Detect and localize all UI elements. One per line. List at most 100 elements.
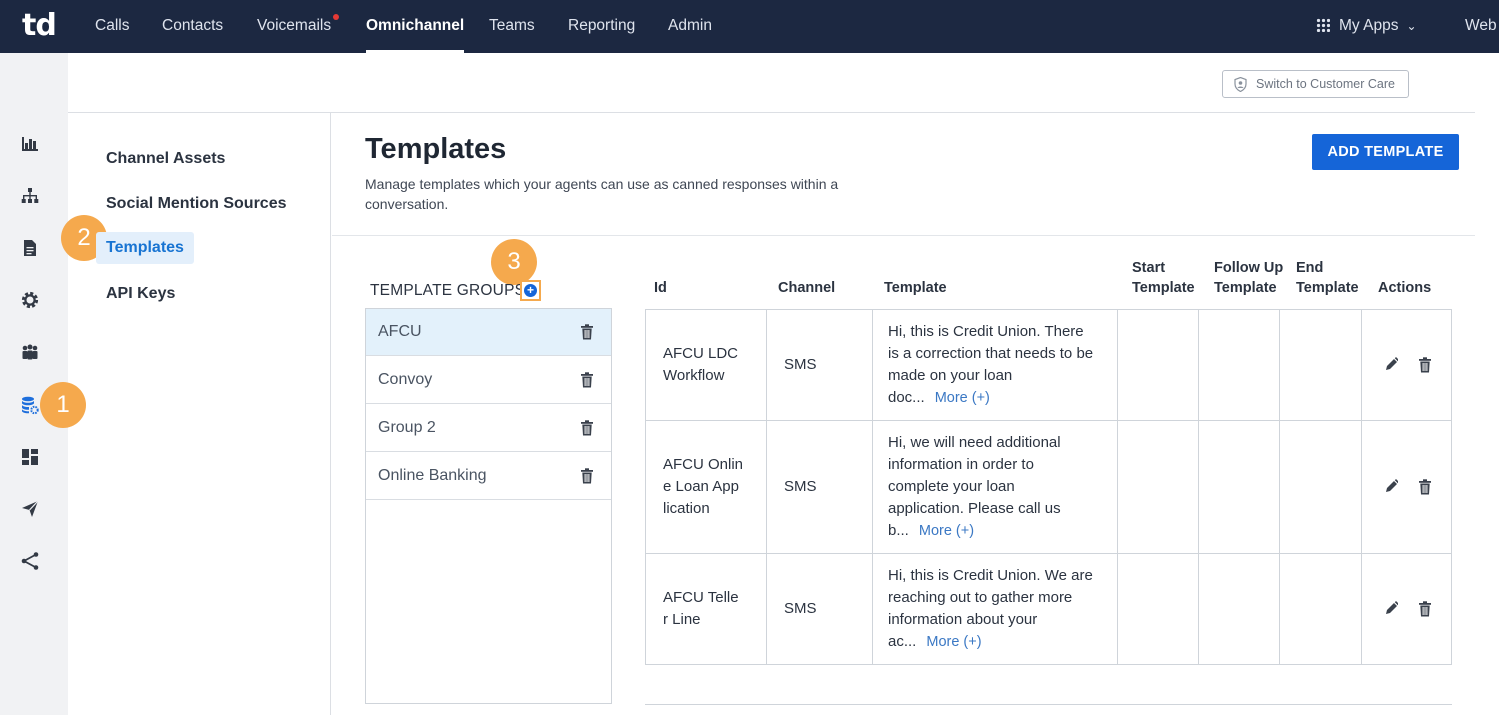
group-item-afcu[interactable]: AFCU — [366, 309, 611, 356]
row-1-channel: SMS — [784, 356, 817, 373]
add-template-button[interactable]: ADD TEMPLATE — [1312, 134, 1459, 170]
id-line: AFCU Telle — [663, 589, 739, 606]
add-group-button[interactable]: + — [520, 280, 541, 301]
template-line: information about your — [888, 611, 1038, 628]
group-name: Online Banking — [378, 467, 487, 484]
row-3-template: Hi, this is Credit Union. We are reachin… — [888, 565, 1093, 653]
col-divider — [1117, 310, 1118, 664]
col-divider — [1198, 310, 1199, 664]
switch-label: Switch to Customer Care — [1256, 77, 1395, 91]
more-link[interactable]: More (+) — [935, 390, 990, 406]
subnav-templates[interactable]: Templates — [96, 232, 194, 264]
page-description: Manage templates which your agents can u… — [365, 176, 839, 212]
id-line: AFCU Onlin — [663, 456, 744, 473]
group-item-group-2[interactable]: Group 2 — [366, 405, 611, 452]
template-line: is a correction that needs to be — [888, 345, 1094, 362]
plus-circle-icon: + — [524, 284, 537, 297]
group-name: AFCU — [378, 323, 422, 340]
table-footer-divider — [645, 704, 1452, 705]
col-template: Template — [884, 280, 947, 296]
template-line: doc... — [888, 389, 925, 406]
template-line: reaching out to gather more — [888, 589, 1073, 606]
col-start-line2: Template — [1132, 280, 1195, 296]
subnav-social-mention-sources[interactable]: Social Mention Sources — [106, 195, 286, 213]
more-link[interactable]: More (+) — [926, 634, 981, 650]
col-end-template: End Template — [1296, 258, 1359, 298]
nav-voicemails[interactable]: Voicemails — [257, 0, 340, 53]
subnav-api-keys[interactable]: API Keys — [106, 285, 175, 303]
template-groups-list: AFCU Convoy Group 2 Online Banking — [365, 308, 612, 704]
notification-dot — [333, 14, 340, 20]
logo[interactable]: td — [22, 9, 57, 43]
my-apps-menu[interactable]: My Apps ⌄ — [1316, 0, 1417, 53]
nav-calls[interactable]: Calls — [95, 0, 129, 53]
group-item-online-banking[interactable]: Online Banking — [366, 453, 611, 500]
trash-icon[interactable] — [1418, 357, 1432, 373]
nav-teams[interactable]: Teams — [489, 0, 535, 53]
template-line: Hi, we will need additional — [888, 434, 1061, 451]
people-icon[interactable] — [18, 340, 42, 364]
row-2-template: Hi, we will need additional information … — [888, 432, 1061, 542]
nav-web[interactable]: Web — [1465, 0, 1497, 53]
templates-table: AFCU LDC Workflow SMS Hi, this is Credit… — [645, 309, 1452, 665]
trash-icon[interactable] — [1418, 601, 1432, 617]
share-icon[interactable] — [18, 549, 42, 573]
row-1-id: AFCU LDC Workflow — [663, 343, 738, 387]
row-2-id: AFCU Onlin e Loan App lication — [663, 454, 743, 520]
id-line: AFCU LDC — [663, 345, 739, 362]
row-2-channel: SMS — [784, 478, 817, 495]
row-3-channel: SMS — [784, 600, 817, 617]
database-settings-icon[interactable] — [18, 393, 42, 417]
bar-chart-icon[interactable] — [18, 132, 42, 156]
top-nav: td Calls Contacts Voicemails Omnichannel… — [0, 0, 1499, 53]
nav-admin[interactable]: Admin — [668, 0, 712, 53]
dashboard-icon[interactable] — [18, 445, 42, 469]
send-icon[interactable] — [18, 497, 42, 521]
col-start-template: Start Template — [1132, 258, 1195, 298]
group-name: Group 2 — [378, 419, 436, 436]
content-divider — [332, 235, 1475, 236]
col-id: Id — [654, 280, 667, 296]
trash-icon[interactable] — [580, 420, 594, 436]
col-follow-up-template: Follow Up Template — [1214, 258, 1283, 298]
col-end-line2: Template — [1296, 280, 1359, 296]
switch-to-customer-care-button[interactable]: Switch to Customer Care — [1222, 70, 1409, 98]
shield-user-icon — [1234, 77, 1247, 92]
document-icon[interactable] — [18, 236, 42, 260]
col-divider — [766, 310, 767, 664]
row-1-template: Hi, this is Credit Union. There is a cor… — [888, 321, 1093, 409]
col-divider — [1361, 310, 1362, 664]
row-divider — [646, 553, 1451, 554]
template-line: made on your loan — [888, 367, 1013, 384]
edit-pencil-icon[interactable] — [1384, 600, 1398, 616]
page-title: Templates — [365, 133, 507, 165]
more-link[interactable]: More (+) — [919, 523, 974, 539]
trash-icon[interactable] — [580, 372, 594, 388]
nav-voicemails-label: Voicemails — [257, 17, 332, 34]
trash-icon[interactable] — [580, 324, 594, 340]
id-line: r Line — [663, 611, 701, 628]
row-3-id: AFCU Telle r Line — [663, 587, 739, 631]
trash-icon[interactable] — [1418, 479, 1432, 495]
group-name: Convoy — [378, 371, 433, 388]
id-line: lication — [663, 500, 710, 517]
subnav-channel-assets[interactable]: Channel Assets — [106, 150, 225, 168]
edit-pencil-icon[interactable] — [1384, 356, 1398, 372]
col-follow-line1: Follow Up — [1214, 260, 1284, 276]
callout-3: 3 — [491, 239, 537, 285]
my-apps-label: My Apps — [1339, 17, 1399, 34]
gear-icon[interactable] — [18, 288, 42, 312]
omnichannel-subnav: Channel Assets Social Mention Sources Te… — [68, 113, 331, 715]
nav-omnichannel[interactable]: Omnichannel — [366, 0, 465, 53]
template-line: Hi, this is Credit Union. There — [888, 323, 1084, 340]
org-chart-icon[interactable] — [18, 184, 42, 208]
template-line: application. Please call us — [888, 500, 1061, 517]
nav-contacts[interactable]: Contacts — [162, 0, 223, 53]
edit-pencil-icon[interactable] — [1384, 478, 1398, 494]
trash-icon[interactable] — [580, 468, 594, 484]
col-end-line1: End — [1296, 260, 1324, 276]
group-item-convoy[interactable]: Convoy — [366, 357, 611, 404]
nav-reporting[interactable]: Reporting — [568, 0, 635, 53]
col-follow-line2: Template — [1214, 280, 1277, 296]
template-line: information in order to — [888, 456, 1034, 473]
